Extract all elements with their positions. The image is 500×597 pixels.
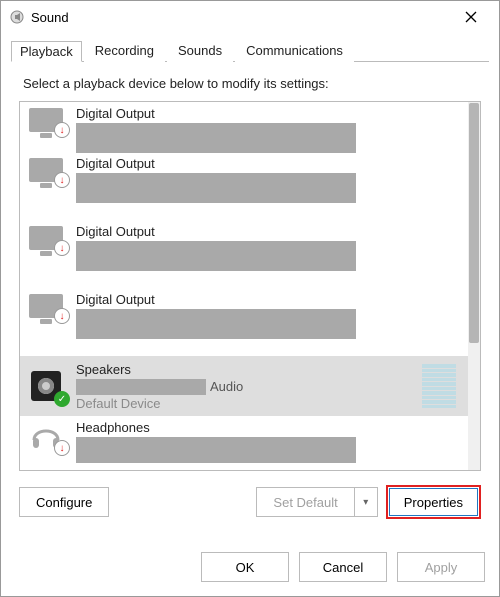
- down-arrow-icon: ↓: [54, 122, 70, 138]
- device-sub-suffix: Audio: [210, 379, 243, 394]
- redacted-subtext: [76, 123, 356, 153]
- device-name: Digital Output: [76, 106, 464, 121]
- titlebar: Sound: [1, 1, 499, 33]
- set-default-button[interactable]: Set Default: [256, 487, 353, 517]
- device-row[interactable]: ↓ Digital Output: [20, 152, 468, 220]
- device-text: Speakers Audio Default Device: [68, 362, 422, 411]
- sound-dialog: Sound Playback Recording Sounds Communic…: [0, 0, 500, 597]
- device-name: Digital Output: [76, 292, 464, 307]
- cancel-button[interactable]: Cancel: [299, 552, 387, 582]
- device-row[interactable]: ↓ Digital Output: [20, 102, 468, 152]
- device-status: Default Device: [76, 396, 422, 411]
- tab-strip: Playback Recording Sounds Communications: [1, 33, 499, 61]
- device-name: Digital Output: [76, 156, 464, 171]
- device-icon-wrap: ↓: [24, 156, 68, 182]
- ok-button[interactable]: OK: [201, 552, 289, 582]
- instruction-text: Select a playback device below to modify…: [23, 76, 477, 91]
- tab-recording[interactable]: Recording: [84, 38, 165, 62]
- scrollbar[interactable]: [468, 102, 480, 470]
- device-icon-wrap: ↓: [24, 224, 68, 250]
- device-name: Speakers: [76, 362, 422, 377]
- tab-sounds[interactable]: Sounds: [167, 38, 233, 62]
- chevron-down-icon: ▾: [363, 497, 368, 508]
- panel-button-row: Configure Set Default ▾ Properties: [19, 485, 481, 519]
- device-icon-wrap: ✓: [24, 371, 68, 401]
- properties-highlight: Properties: [386, 485, 481, 519]
- device-text: Digital Output: [68, 292, 464, 339]
- device-text: Headphones: [68, 420, 464, 463]
- level-meter: [422, 364, 456, 408]
- device-list-inner: ↓ Digital Output ↓ Digital Output: [20, 102, 468, 470]
- device-text: Digital Output: [68, 106, 464, 153]
- down-arrow-icon: ↓: [54, 240, 70, 256]
- device-icon-wrap: ↓: [24, 420, 68, 450]
- sound-app-icon: [9, 9, 25, 25]
- device-icon-wrap: ↓: [24, 292, 68, 318]
- close-button[interactable]: [451, 2, 491, 32]
- redacted-subtext: [76, 437, 356, 463]
- device-name: Headphones: [76, 420, 464, 435]
- redacted-subtext: [76, 309, 356, 339]
- redacted-subtext: [76, 379, 206, 395]
- device-subline: Audio: [76, 379, 422, 395]
- device-row[interactable]: ↓ Digital Output: [20, 220, 468, 288]
- tab-playback[interactable]: Playback: [11, 41, 82, 62]
- window-title: Sound: [31, 10, 451, 25]
- down-arrow-icon: ↓: [54, 308, 70, 324]
- device-text: Digital Output: [68, 156, 464, 203]
- device-name: Digital Output: [76, 224, 464, 239]
- set-default-group: Set Default ▾: [256, 487, 377, 517]
- device-row-selected[interactable]: ✓ Speakers Audio Default Device: [20, 356, 468, 416]
- close-icon: [465, 11, 477, 23]
- playback-panel: Select a playback device below to modify…: [11, 61, 489, 534]
- check-icon: ✓: [54, 391, 70, 407]
- device-icon-wrap: ↓: [24, 106, 68, 132]
- set-default-dropdown[interactable]: ▾: [354, 487, 378, 517]
- redacted-subtext: [76, 173, 356, 203]
- device-row[interactable]: ↓ Digital Output: [20, 288, 468, 356]
- down-arrow-icon: ↓: [54, 172, 70, 188]
- dialog-button-row: OK Cancel Apply: [1, 542, 499, 596]
- tab-communications[interactable]: Communications: [235, 38, 354, 62]
- redacted-subtext: [76, 241, 356, 271]
- configure-button[interactable]: Configure: [19, 487, 109, 517]
- scroll-thumb[interactable]: [469, 103, 479, 343]
- down-arrow-icon: ↓: [54, 440, 70, 456]
- properties-button[interactable]: Properties: [389, 488, 478, 516]
- device-row[interactable]: ↓ Headphones: [20, 416, 468, 468]
- device-text: Digital Output: [68, 224, 464, 271]
- device-list: ↓ Digital Output ↓ Digital Output: [19, 101, 481, 471]
- apply-button[interactable]: Apply: [397, 552, 485, 582]
